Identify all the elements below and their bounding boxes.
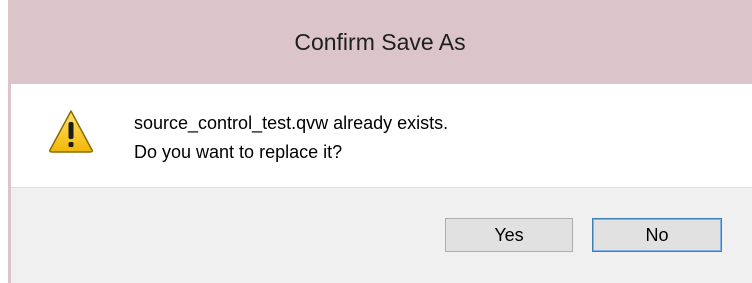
message-area: source_control_test.qvw already exists. … [11,84,752,188]
message-line-question: Do you want to replace it? [134,142,343,162]
dialog-body: source_control_test.qvw already exists. … [11,84,752,283]
warning-icon [49,110,93,153]
message-line-filename: source_control_test.qvw already exists. [134,113,449,133]
no-button[interactable]: No [592,218,722,252]
yes-button[interactable]: Yes [445,218,573,252]
dialog-title: Confirm Save As [294,28,466,55]
confirm-message: source_control_test.qvw already exists. … [134,109,448,167]
confirm-save-as-dialog: Confirm Save As source_control_test.qvw … [8,0,752,283]
